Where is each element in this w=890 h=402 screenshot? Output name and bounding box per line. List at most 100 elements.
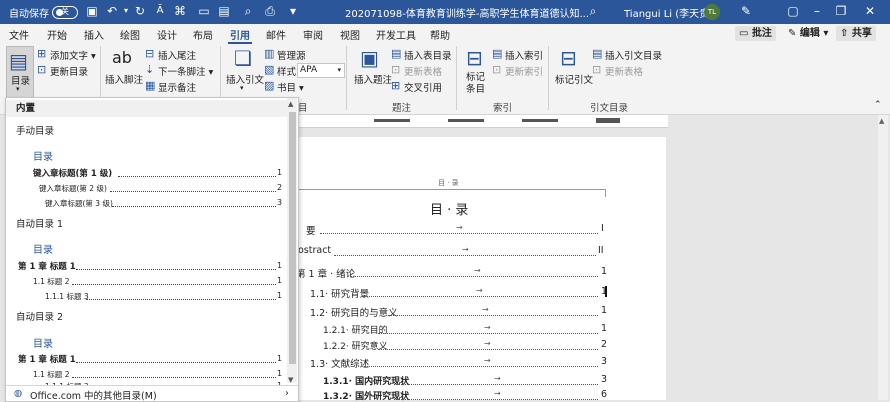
- insert-endnote-icon: ⊟: [145, 47, 155, 60]
- horizontal-ruler[interactable]: [298, 115, 668, 128]
- toc-button[interactable]: ▤ 目录 ▾: [6, 46, 34, 100]
- dot-leader: [76, 269, 276, 270]
- tab-mailings[interactable]: 邮件: [266, 27, 286, 42]
- insert-citation-icon: ❏: [234, 46, 252, 70]
- group-label-authorities: 引文目录: [590, 103, 629, 114]
- mark-entry-icon: ⊟: [466, 46, 483, 70]
- insert-footnote-button[interactable]: 插入脚注: [105, 72, 143, 86]
- insert-index-icon: ▤: [492, 47, 503, 60]
- cross-reference-icon: ⊞: [391, 79, 401, 92]
- toc-entry-page: 3: [601, 374, 608, 385]
- preview-title: 目录: [33, 152, 53, 163]
- dot-leader: [378, 333, 598, 334]
- dot-leader: [76, 362, 276, 363]
- update-index-button[interactable]: 更新索引: [505, 64, 543, 78]
- pen-icon[interactable]: ✎: [738, 3, 754, 19]
- mark-entry-button[interactable]: 标记 条目: [466, 72, 485, 96]
- scroll-down-icon[interactable]: ▼: [288, 376, 293, 384]
- tab-view[interactable]: 视图: [340, 27, 360, 42]
- tab-file[interactable]: 文件: [9, 27, 29, 42]
- update-toc-icon: ⊡: [37, 63, 47, 76]
- update-table-button[interactable]: 更新表格: [404, 64, 442, 78]
- collapse-ribbon-icon[interactable]: ⌃: [874, 100, 882, 110]
- preview-page: 1: [277, 354, 283, 363]
- update-authorities-icon: ⊡: [592, 63, 602, 76]
- print-preview-icon[interactable]: ▤: [216, 3, 232, 19]
- restore-icon[interactable]: ❐: [833, 3, 849, 19]
- insert-index-button[interactable]: 插入索引: [505, 48, 543, 62]
- tab-draw[interactable]: 绘图: [120, 27, 140, 42]
- mark-citation-button[interactable]: 标记引文: [555, 72, 593, 86]
- preview-entry: 键入章标题(第 1 级): [33, 169, 113, 179]
- format-painter-icon[interactable]: ⌘: [172, 3, 188, 19]
- redo-icon[interactable]: ↻: [132, 3, 148, 19]
- scroll-up-icon[interactable]: ▲: [879, 117, 884, 125]
- preview-page: 1: [277, 168, 283, 177]
- share-button[interactable]: ⇧ 共享: [836, 26, 876, 41]
- ruler-tab-stop[interactable]: [596, 118, 620, 123]
- divider: [346, 46, 347, 110]
- bibliography-icon: ▨: [264, 79, 275, 92]
- open-icon[interactable]: ⌕: [240, 3, 256, 19]
- mark-citation-icon: ⊟: [560, 46, 577, 70]
- quick-access-icon-a[interactable]: Ā: [152, 3, 168, 19]
- divider: [456, 46, 457, 110]
- preview-entry: 第 1 章 标题 1: [18, 262, 76, 272]
- customize-toolbar-icon[interactable]: ▾: [285, 3, 301, 19]
- toc-label: 目录: [11, 76, 31, 87]
- tab-references[interactable]: 引用: [228, 27, 252, 44]
- dot-leader: [334, 255, 596, 256]
- update-authorities-button[interactable]: 更新表格: [605, 64, 643, 78]
- tab-review[interactable]: 审阅: [303, 27, 323, 42]
- bibliography-button[interactable]: 书目 ▾: [277, 80, 304, 94]
- dot-leader: [350, 276, 598, 277]
- more-from-office-menu-item[interactable]: ◍ Office.com 中的其他目录(M) ›: [6, 385, 298, 401]
- toc-title: 目 · 录: [430, 203, 469, 218]
- cross-reference-button[interactable]: 交叉引用: [404, 80, 442, 94]
- tab-arrow-icon: →: [476, 286, 483, 295]
- print-icon[interactable]: ⎙: [262, 3, 278, 19]
- tab-layout[interactable]: 布局: [193, 27, 213, 42]
- tab-developer[interactable]: 开发工具: [376, 27, 416, 42]
- tab-insert[interactable]: 插入: [84, 27, 104, 42]
- ribbon-display-icon[interactable]: ▢: [785, 3, 801, 19]
- preview-page: 1: [277, 369, 283, 378]
- show-notes-button[interactable]: 显示备注: [158, 80, 196, 94]
- gallery-scroll-thumb[interactable]: [289, 112, 296, 364]
- close-icon[interactable]: ✕: [862, 3, 878, 19]
- preview-page: 1: [277, 291, 283, 300]
- insert-caption-button[interactable]: 插入题注: [354, 72, 392, 86]
- insert-citation-button[interactable]: 插入引文: [226, 72, 264, 86]
- save-icon[interactable]: ▣: [84, 3, 100, 19]
- tab-design[interactable]: 设计: [157, 27, 177, 42]
- next-footnote-button[interactable]: 下一条脚注 ▾: [158, 64, 213, 78]
- insert-table-of-figures-button[interactable]: 插入表目录: [404, 48, 452, 62]
- manage-sources-button[interactable]: 管理源: [277, 48, 306, 62]
- document-scrollbar[interactable]: ▲: [878, 115, 888, 400]
- document-page[interactable]: 目 · 录 目 · 录 要 → I ostract → II 第 1 章 · 绪…: [296, 137, 666, 402]
- annotate-button[interactable]: ▭ 批注: [735, 26, 776, 41]
- document-title: 202071098-体育教育训练学-高职学生体育道德认知...: [345, 9, 590, 20]
- search-icon[interactable]: ⌕: [585, 3, 601, 19]
- tab-arrow-icon: →: [494, 374, 501, 383]
- add-text-button[interactable]: 添加文字 ▾: [50, 48, 96, 62]
- edit-button[interactable]: ✎ 编辑 ▾: [784, 26, 832, 41]
- style-select[interactable]: APA ▾: [297, 63, 345, 78]
- header-line: [298, 189, 606, 190]
- avatar[interactable]: TL: [704, 4, 720, 20]
- update-toc-button[interactable]: 更新目录: [50, 64, 88, 78]
- gallery-label-auto-toc-2: 自动目录 2: [16, 312, 64, 323]
- user-name[interactable]: Tiangui Li (李天贵): [624, 5, 713, 20]
- insert-endnote-button[interactable]: 插入尾注: [158, 48, 196, 62]
- scroll-up-icon[interactable]: ▲: [288, 100, 293, 108]
- toc-entry-page: II: [598, 245, 604, 256]
- new-document-icon[interactable]: ▭: [196, 3, 212, 19]
- tab-home[interactable]: 开始: [47, 27, 67, 42]
- toc-entry-text: 1.3· 文献综述: [310, 359, 370, 370]
- preview-entry: 1.1 标题 2: [33, 277, 70, 286]
- tab-help[interactable]: 帮助: [430, 27, 450, 42]
- comment-icon: ▭: [739, 28, 749, 39]
- minimize-icon[interactable]: –: [809, 3, 825, 19]
- insert-table-of-authorities-button[interactable]: 插入引文目录: [605, 48, 662, 62]
- autosave-state: 关: [61, 7, 69, 16]
